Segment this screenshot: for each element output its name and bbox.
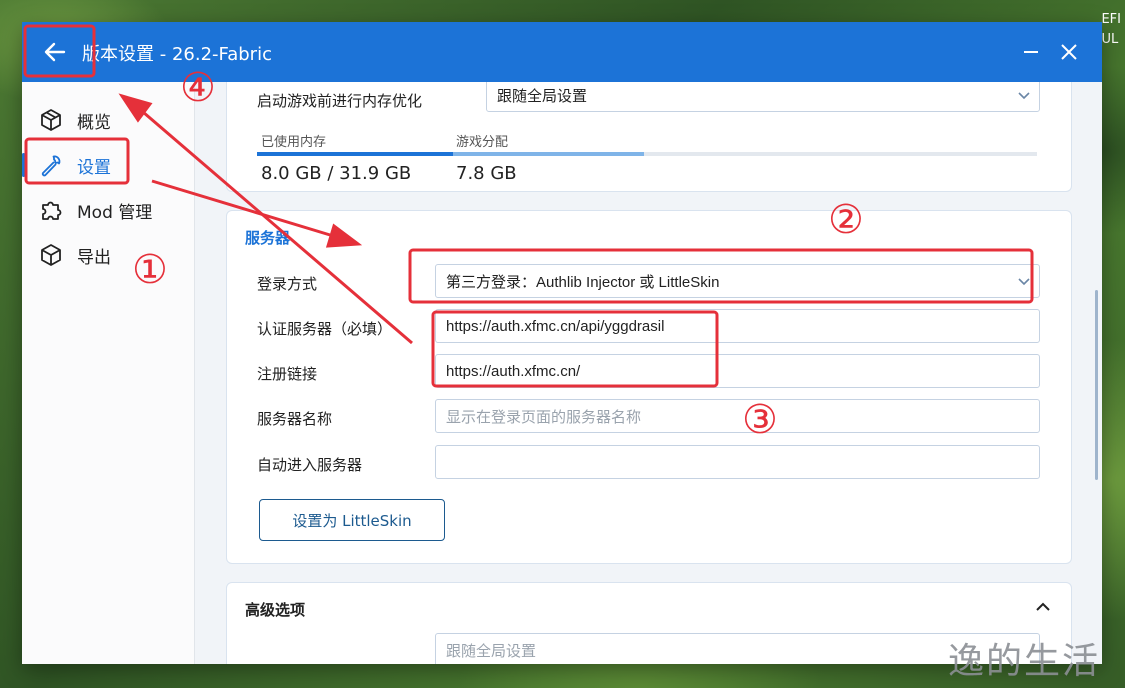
annotation-number-1: ①	[132, 247, 168, 293]
close-icon	[1061, 44, 1077, 60]
chevron-down-icon	[1018, 278, 1030, 286]
memory-bar-used	[257, 152, 453, 156]
memory-optimize-label: 启动游戏前进行内存优化	[257, 92, 423, 110]
close-button[interactable]	[1055, 38, 1083, 66]
server-name-input[interactable]: 显示在登录页面的服务器名称	[435, 399, 1040, 433]
arrow-left-icon	[44, 42, 66, 62]
register-link-input[interactable]: https://auth.xfmc.cn/	[435, 354, 1040, 388]
memory-card: 启动游戏前进行内存优化 跟随全局设置 已使用内存 游戏分配 8.0 GB / 3…	[226, 82, 1072, 192]
auto-join-input[interactable]	[435, 445, 1040, 479]
auth-server-input[interactable]: https://auth.xfmc.cn/api/yggdrasil	[435, 309, 1040, 343]
server-name-label: 服务器名称	[257, 410, 333, 428]
server-name-placeholder: 显示在登录页面的服务器名称	[446, 408, 642, 426]
used-memory-label: 已使用内存	[261, 135, 327, 150]
login-method-select[interactable]: 第三方登录：Authlib Injector 或 LittleSkin	[435, 264, 1040, 298]
desktop-corner-text: EFI UL	[1101, 10, 1121, 50]
register-link-label: 注册链接	[257, 365, 318, 383]
auth-server-value: https://auth.xfmc.cn/api/yggdrasil	[446, 317, 665, 335]
used-memory-value: 8.0 GB / 31.9 GB	[261, 163, 412, 184]
login-method-label: 登录方式	[257, 275, 318, 293]
settings-window: 版本设置 - 26.2-Fabric 概览 设置 Mod 管理 导出 启动游戏前…	[22, 22, 1102, 664]
memory-bar-allocated	[452, 152, 644, 156]
allocated-memory-value: 7.8 GB	[456, 163, 517, 184]
set-littleskin-button[interactable]: 设置为 LittleSkin	[259, 499, 445, 541]
auth-server-label: 认证服务器（必填）	[257, 320, 393, 338]
allocated-memory-label: 游戏分配	[456, 135, 509, 150]
puzzle-icon	[37, 196, 65, 224]
annotation-number-4: ④	[180, 65, 216, 111]
sidebar-item-label: 导出	[77, 247, 111, 268]
back-button[interactable]	[22, 22, 88, 82]
sidebar: 概览 设置 Mod 管理 导出	[22, 82, 195, 664]
desktop-text-line-2: UL	[1101, 32, 1119, 47]
advanced-select-value: 跟随全局设置	[446, 642, 537, 660]
sidebar-item-overview[interactable]: 概览	[22, 100, 195, 140]
auto-join-label: 自动进入服务器	[257, 456, 363, 474]
window-title: 版本设置 - 26.2-Fabric	[82, 44, 272, 65]
desktop-text-line-1: EFI	[1101, 12, 1121, 27]
watermark: 逸的生活	[948, 641, 1101, 682]
content-scrollbar[interactable]	[1095, 290, 1098, 480]
settings-content: 启动游戏前进行内存优化 跟随全局设置 已使用内存 游戏分配 8.0 GB / 3…	[195, 82, 1102, 664]
annotation-number-3: ③	[742, 397, 778, 443]
chevron-down-icon	[1018, 92, 1030, 100]
sidebar-item-label: 概览	[77, 112, 111, 133]
minimize-button[interactable]	[1017, 38, 1045, 66]
sidebar-item-mods[interactable]: Mod 管理	[22, 190, 195, 230]
register-link-value: https://auth.xfmc.cn/	[446, 362, 581, 380]
sidebar-item-settings[interactable]: 设置	[22, 145, 195, 185]
server-card: 服务器 登录方式 第三方登录：Authlib Injector 或 Little…	[226, 210, 1072, 564]
memory-bar	[257, 152, 1037, 156]
chevron-up-icon[interactable]	[1035, 601, 1051, 613]
section-title-advanced: 高级选项	[245, 601, 306, 619]
memory-optimize-value: 跟随全局设置	[497, 87, 588, 105]
sidebar-item-label: Mod 管理	[77, 202, 153, 223]
wrench-icon	[37, 151, 65, 179]
section-title-server: 服务器	[245, 229, 291, 247]
login-method-value: 第三方登录：Authlib Injector 或 LittleSkin	[446, 273, 720, 291]
annotation-number-2: ②	[828, 197, 864, 243]
memory-optimize-select[interactable]: 跟随全局设置	[486, 82, 1040, 112]
sidebar-item-label: 设置	[77, 157, 111, 178]
minimize-icon	[1024, 51, 1038, 53]
advanced-card: 高级选项 跟随全局设置	[226, 582, 1072, 664]
sidebar-item-export[interactable]: 导出	[22, 235, 195, 275]
box-icon	[37, 241, 65, 269]
cube-icon	[37, 106, 65, 134]
